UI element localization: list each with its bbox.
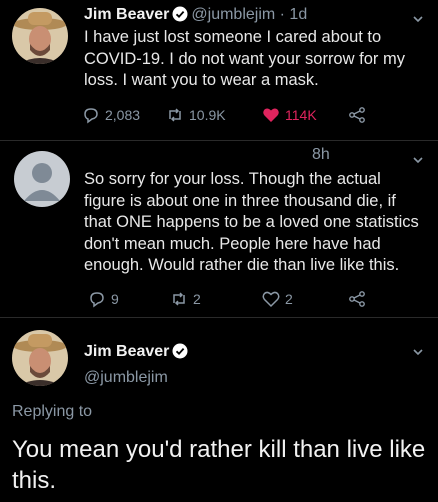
reply-count: 9: [111, 291, 119, 307]
author-handle-row: @jumblejim: [84, 369, 168, 387]
reply-icon: [90, 292, 104, 308]
author-name-row: Jim Beaver: [84, 343, 191, 361]
retweet-button[interactable]: 2: [170, 290, 201, 308]
author-name[interactable]: Jim Beaver: [84, 6, 169, 23]
share-button[interactable]: [348, 106, 366, 124]
tweet-focused-reply[interactable]: Jim Beaver @jumblejim Replying to You me…: [0, 317, 438, 502]
like-count: 2: [285, 291, 293, 307]
like-button[interactable]: 2: [262, 290, 293, 308]
share-button[interactable]: [348, 290, 366, 308]
tweet-original[interactable]: Jim Beaver @jumblejim · 1d I have just lo…: [0, 0, 438, 140]
replying-to-label: Replying to: [12, 403, 93, 420]
retweet-count: 2: [193, 291, 201, 307]
share-icon: [349, 291, 365, 307]
retweet-icon: [173, 292, 185, 306]
like-count: 114K: [285, 107, 317, 123]
chevron-down-icon[interactable]: [412, 153, 424, 165]
tweet-text: So sorry for your loss. Though the actua…: [84, 170, 419, 274]
tweet-reply[interactable]: 8h So sorry for your loss. Though the ac…: [0, 140, 438, 317]
tweet-header: Jim Beaver @jumblejim · 1d: [84, 6, 307, 24]
verified-badge-icon: [172, 343, 188, 359]
reply-button[interactable]: 9: [88, 290, 119, 308]
retweet-icon: [169, 108, 181, 122]
tweet-actions: 2,083 10.9K 114K: [82, 106, 402, 126]
redacted-author: [84, 145, 306, 167]
reply-button[interactable]: 2,083: [82, 106, 140, 124]
avatar-jim-beaver[interactable]: [12, 330, 68, 386]
author-name[interactable]: Jim Beaver: [84, 343, 169, 360]
chevron-down-icon[interactable]: [412, 12, 424, 24]
heart-icon: [262, 291, 280, 308]
avatar-jim-beaver[interactable]: [12, 8, 68, 64]
tweet-text: You mean you'd rather kill than live lik…: [12, 436, 426, 494]
avatar-default[interactable]: [14, 151, 70, 207]
tweet-time[interactable]: 8h: [312, 146, 330, 163]
tweet-text: I have just lost someone I cared about t…: [84, 28, 405, 89]
retweet-button[interactable]: 10.9K: [166, 106, 226, 124]
retweet-count: 10.9K: [189, 107, 226, 123]
reply-count: 2,083: [105, 107, 141, 123]
tweet-actions: 9 2 2: [82, 290, 382, 310]
tweet-header: 8h: [312, 146, 330, 164]
redacted-replying-handle: [98, 401, 190, 425]
verified-badge-icon: [172, 6, 188, 22]
author-handle[interactable]: @jumblejim: [84, 369, 168, 386]
author-handle[interactable]: @jumblejim: [191, 6, 275, 23]
heart-icon: [263, 108, 279, 122]
reply-icon: [84, 108, 98, 124]
tweet-time[interactable]: · 1d: [280, 6, 308, 23]
like-button[interactable]: 114K: [262, 106, 317, 124]
chevron-down-icon[interactable]: [412, 345, 424, 357]
share-icon: [349, 107, 365, 123]
